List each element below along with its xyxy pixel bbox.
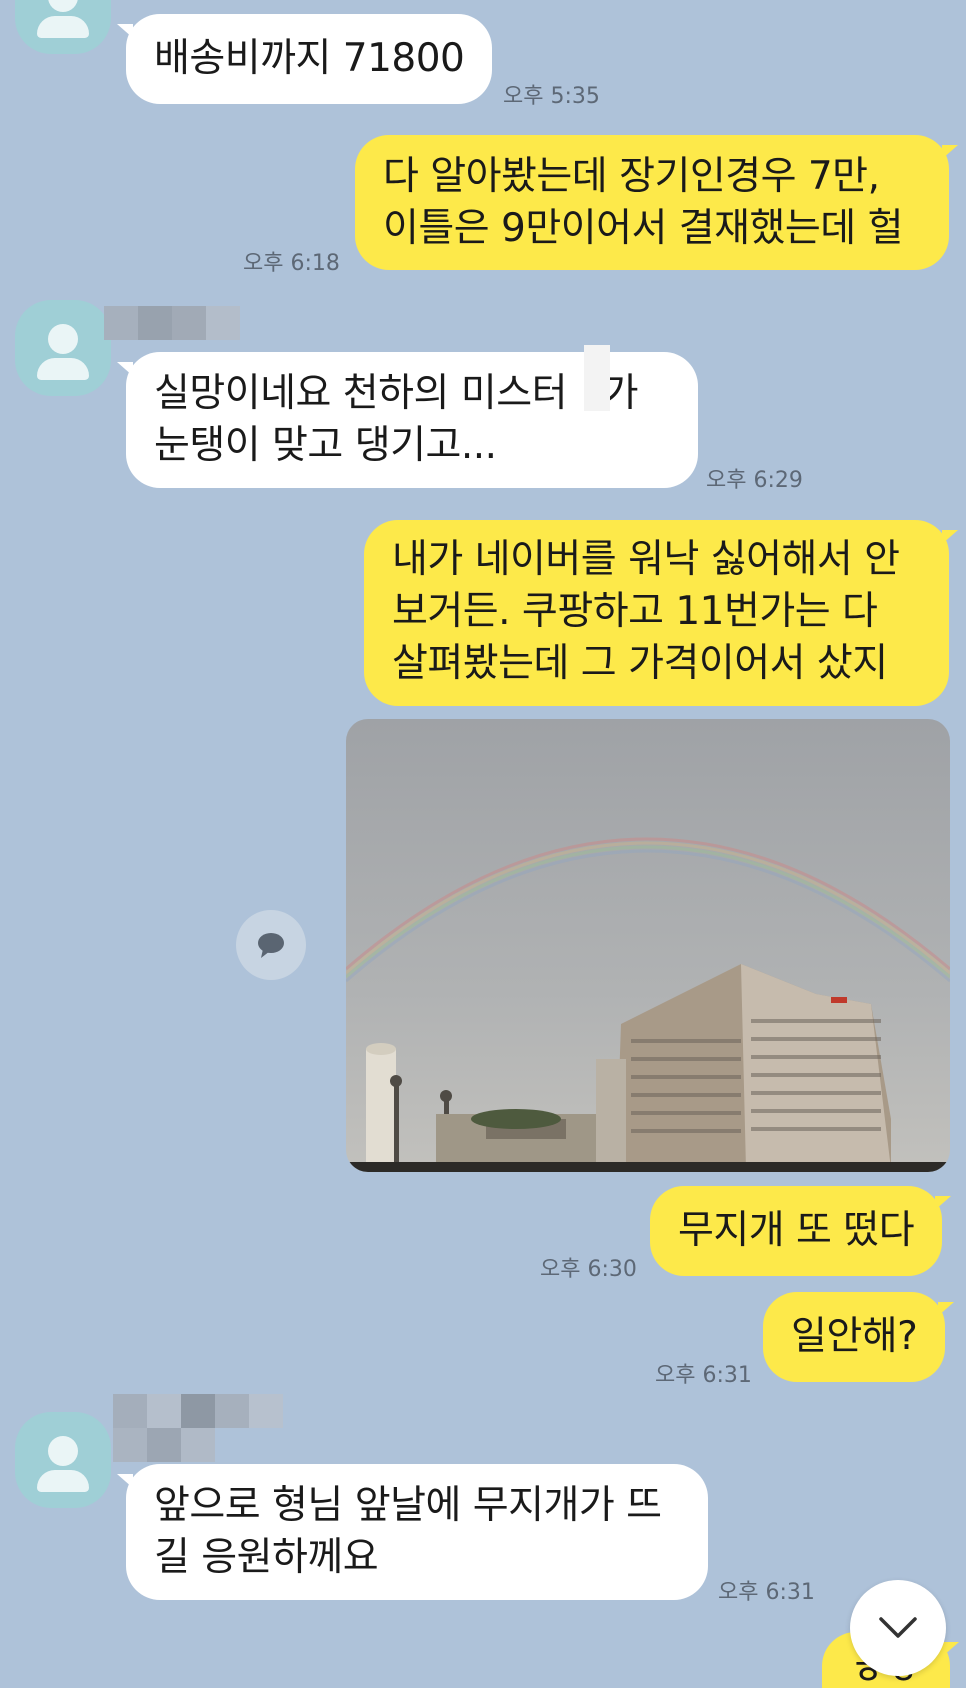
share-button[interactable]	[236, 910, 306, 980]
message-time: 오후 5:35	[503, 84, 600, 109]
speech-bubble-icon	[258, 933, 284, 958]
default-profile-icon	[48, 0, 78, 12]
message-time: 오후 6:31	[718, 1580, 815, 1605]
default-profile-icon	[48, 1436, 78, 1466]
default-profile-icon	[48, 324, 78, 354]
message-bubble-outgoing[interactable]: 내가 네이버를 워낙 싫어해서 안 보거든. 쿠팡하고 11번가는 다 살펴봤는…	[364, 520, 958, 706]
message-bubble-incoming[interactable]: 앞으로 형님 앞날에 무지개가 뜨 길 응원하께요	[117, 1464, 708, 1600]
avatar[interactable]	[15, 300, 111, 396]
message-bubble-outgoing[interactable]: 일안해?	[763, 1292, 955, 1382]
message-bubble-incoming[interactable]: 배송비까지 71800	[116, 14, 493, 104]
scroll-down-button[interactable]	[850, 1580, 946, 1676]
censored-mark	[584, 345, 610, 411]
avatar[interactable]	[15, 0, 111, 54]
chevron-down-icon	[879, 1617, 917, 1638]
message-bubble-incoming[interactable]: 실망이네요 천하의 미스터 가 눈탱이 맞고 댕기고...	[117, 352, 698, 488]
message-bubble-outgoing[interactable]: 다 알아봤는데 장기인경우 7만, 이틀은 9만이어서 결재했는데 헐	[355, 135, 958, 270]
sender-name-blurred	[104, 306, 244, 340]
avatar[interactable]	[15, 1412, 111, 1508]
rainbow-photo[interactable]	[346, 719, 950, 1172]
message-time: 오후 6:18	[243, 251, 340, 276]
message-time: 오후 6:29	[706, 468, 803, 493]
message-bubble-outgoing[interactable]: 무지개 또 떴다	[650, 1186, 952, 1276]
message-time: 오후 6:30	[540, 1257, 637, 1282]
message-time: 오후 6:31	[655, 1363, 752, 1388]
sender-name-blurred	[113, 1394, 283, 1462]
